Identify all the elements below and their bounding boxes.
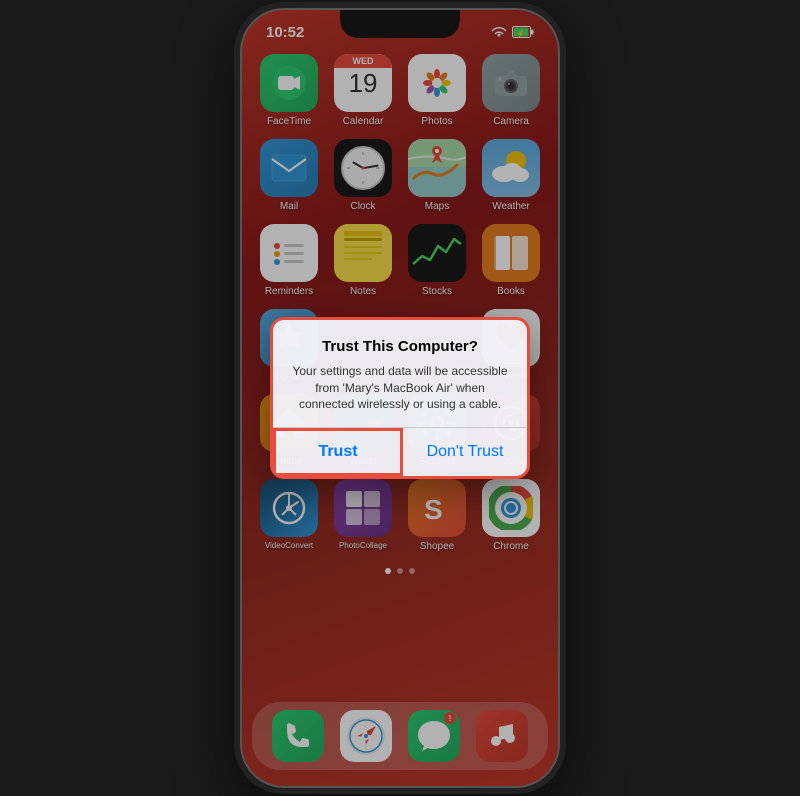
alert-box: Trust This Computer? Your settings and d… <box>270 317 530 479</box>
notch <box>340 10 460 38</box>
trust-button[interactable]: Trust <box>273 428 403 476</box>
alert-message: Your settings and data will be accessibl… <box>289 363 511 413</box>
phone-frame: 10:52 ⚡ <box>240 8 560 788</box>
alert-buttons: Trust Don't Trust <box>273 427 527 476</box>
alert-title: Trust This Computer? <box>289 338 511 355</box>
alert-content: Trust This Computer? Your settings and d… <box>273 320 527 427</box>
dont-trust-button[interactable]: Don't Trust <box>403 428 527 476</box>
alert-overlay: Trust This Computer? Your settings and d… <box>242 10 558 786</box>
